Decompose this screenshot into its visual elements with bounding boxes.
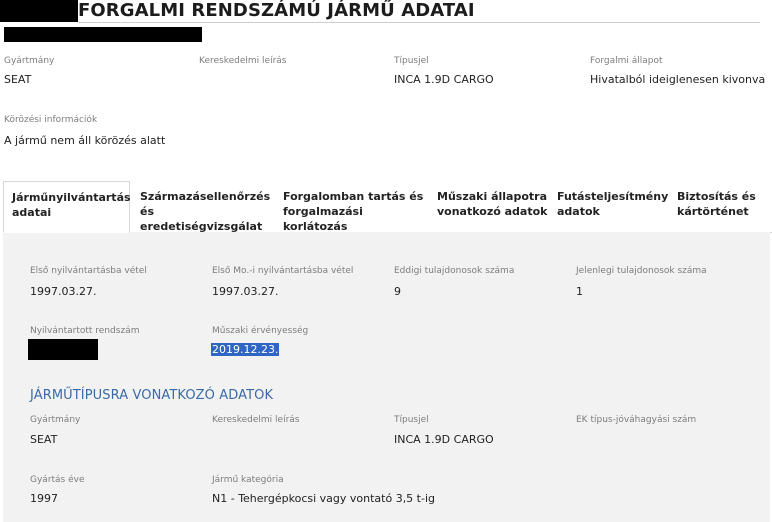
first-registration-value: 1997.03.27. xyxy=(30,285,97,298)
redacted-plate-value xyxy=(28,339,98,360)
technical-validity-value: 2019.12.23. xyxy=(211,343,280,356)
manufacture-year-value: 1997 xyxy=(30,492,58,505)
tab-insurance-history[interactable]: Biztosítás és kártörténet xyxy=(677,181,769,232)
summary-type-value: INCA 1.9D CARGO xyxy=(394,73,494,86)
technical-validity-label: Műszaki érvényesség xyxy=(212,326,309,336)
first-hu-registration-value: 1997.03.27. xyxy=(212,285,279,298)
wanted-info-value: A jármű nem áll körözés alatt xyxy=(4,134,166,147)
current-owners-label: Jelenlegi tulajdonosok száma xyxy=(576,266,707,276)
previous-owners-value: 9 xyxy=(394,285,401,298)
summary-status-value: Hivatalból ideiglenesen kivonva xyxy=(590,73,766,86)
manufacture-year-label: Gyártás éve xyxy=(30,475,85,485)
previous-owners-label: Eddigi tulajdonosok száma xyxy=(394,266,515,276)
type-commercial-label: Kereskedelmi leírás xyxy=(212,415,300,425)
page-title: FORGALMI RENDSZÁMÚ JÁRMŰ ADATAI xyxy=(78,0,475,21)
ek-approval-label: EK típus-jóváhagyási szám xyxy=(576,415,697,425)
redacted-plate-header xyxy=(4,27,202,42)
type-make-value: SEAT xyxy=(30,433,58,446)
current-owners-value: 1 xyxy=(576,285,583,298)
tab-registry-data[interactable]: Járműnyilvántartás adatai xyxy=(3,181,131,233)
vehicle-category-value: N1 - Tehergépkocsi vagy vontató 3,5 t-ig xyxy=(212,492,436,505)
title-divider xyxy=(78,22,760,23)
type-make-label: Gyártmány xyxy=(30,415,81,425)
tab-circulation-restrictions[interactable]: Forgalomban tartás és forgalmazási korlá… xyxy=(283,181,431,233)
tab-content-panel: Első nyilvántartásba vétel 1997.03.27. E… xyxy=(3,232,770,522)
vehicle-category-label: Jármű kategória xyxy=(212,475,284,485)
redacted-block-header xyxy=(0,0,78,22)
registered-plate-label: Nyilvántartott rendszám xyxy=(30,326,140,336)
summary-make-label: Gyártmány xyxy=(4,56,55,66)
summary-make-value: SEAT xyxy=(4,73,32,86)
type-code-label: Típusjel xyxy=(394,415,429,425)
wanted-info-label: Körözési információk xyxy=(4,115,98,125)
summary-status-label: Forgalmi állapot xyxy=(590,56,663,66)
summary-type-label: Típusjel xyxy=(394,56,429,66)
first-hu-registration-label: Első Mo.-i nyilvántartásba vétel xyxy=(212,266,354,276)
summary-commercial-label: Kereskedelmi leírás xyxy=(199,56,287,66)
first-registration-label: Első nyilvántartásba vétel xyxy=(30,266,147,276)
tab-technical-condition[interactable]: Műszaki állapotra vonatkozó adatok xyxy=(437,181,553,232)
tab-bar: Járműnyilvántartás adatai Származásellen… xyxy=(3,181,772,233)
tab-mileage-data[interactable]: Futásteljesítmény adatok xyxy=(557,181,669,232)
vehicle-type-section-title: JÁRMŰTÍPUSRA VONATKOZÓ ADATOK xyxy=(30,388,274,403)
technical-validity-highlight: 2019.12.23. xyxy=(211,343,280,356)
tab-origin-check[interactable]: Származásellenőrzés és eredetiségvizsgál… xyxy=(140,181,274,233)
type-code-value: INCA 1.9D CARGO xyxy=(394,433,494,446)
